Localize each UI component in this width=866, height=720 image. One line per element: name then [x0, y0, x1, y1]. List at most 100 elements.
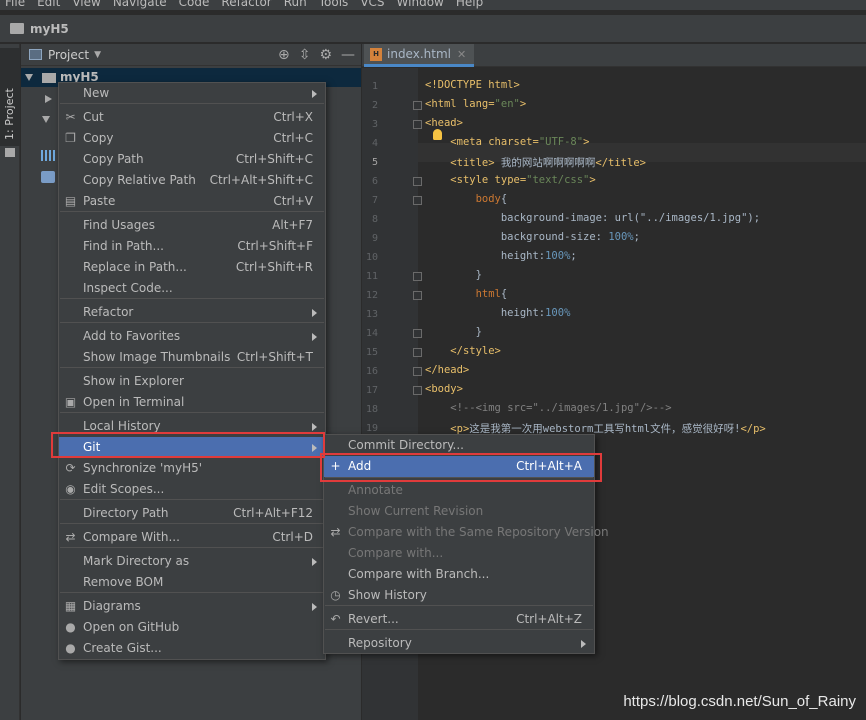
context-menu-item-refactor[interactable]: Refactor — [59, 302, 325, 323]
context-menu-item-mark-directory-as[interactable]: Mark Directory as — [59, 551, 325, 572]
code-line[interactable]: <title> 我的网站啊啊啊啊啊</title> — [425, 155, 646, 170]
project-tool-tab[interactable]: 1: Project — [0, 48, 20, 146]
code-line[interactable]: background-image: url("../images/1.jpg")… — [425, 212, 760, 224]
menu-item-label: Edit Scopes... — [83, 482, 165, 496]
gear-icon[interactable]: ⚙ — [319, 47, 332, 63]
line-number: 11 — [365, 271, 378, 282]
fold-marker-icon[interactable] — [413, 101, 422, 110]
context-menu-item-copy-path[interactable]: Copy Path Ctrl+Shift+C — [59, 149, 325, 170]
chevron-down-icon[interactable]: ▼ — [94, 50, 101, 60]
menu-item-label: New — [83, 86, 110, 100]
menu-file[interactable]: File — [0, 0, 32, 10]
collapse-icon[interactable]: ⇳ — [299, 47, 311, 63]
context-menu-item-show-image-thumbnails[interactable]: Show Image Thumbnails Ctrl+Shift+T — [59, 347, 325, 368]
code-line[interactable]: } — [425, 326, 482, 338]
fold-marker-icon[interactable] — [413, 177, 422, 186]
code-line[interactable]: body{ — [425, 193, 508, 205]
context-menu-item-add-to-favorites[interactable]: Add to Favorites — [59, 326, 325, 347]
code-line[interactable]: <body> — [425, 383, 463, 395]
scratches-icon — [41, 171, 55, 183]
context-menu-item-cut[interactable]: ✂ Cut Ctrl+X — [59, 107, 325, 128]
chevron-right-icon — [312, 423, 317, 431]
code-line[interactable]: </style> — [425, 345, 501, 357]
menu-code[interactable]: Code — [174, 0, 217, 10]
tree-collapsed-icon[interactable] — [45, 95, 52, 103]
fold-marker-icon[interactable] — [413, 272, 422, 281]
hide-icon[interactable]: — — [341, 47, 355, 63]
context-menu-item-find-in-path[interactable]: Find in Path... Ctrl+Shift+F — [59, 236, 325, 257]
git-menu-item-show-history[interactable]: ◷ Show History — [324, 585, 594, 606]
menu-item-label: Copy — [83, 131, 114, 145]
context-menu-item-new[interactable]: New — [59, 83, 325, 104]
code-line[interactable]: <!--<img src="../images/1.jpg"/>--> — [425, 402, 671, 414]
code-line[interactable]: <!DOCTYPE html> — [425, 79, 520, 91]
locate-icon[interactable]: ⊕ — [278, 47, 290, 63]
context-menu-item-create-gist[interactable]: ● Create Gist... — [59, 638, 325, 659]
code-line[interactable]: height:100%; — [425, 250, 577, 262]
close-icon[interactable]: ✕ — [457, 48, 466, 61]
code-line[interactable]: <meta charset="UTF-8"> — [425, 136, 589, 148]
menu-item-label: Annotate — [348, 483, 403, 497]
code-line[interactable]: </head> — [425, 364, 469, 376]
context-menu-item-find-usages[interactable]: Find Usages Alt+F7 — [59, 215, 325, 236]
context-menu-item-synchronize-myh5[interactable]: ⟳ Synchronize 'myH5' — [59, 458, 325, 479]
menu-navigate[interactable]: Navigate — [108, 0, 174, 10]
project-view-icon — [29, 49, 42, 60]
fold-marker-icon[interactable] — [413, 291, 422, 300]
context-menu-item-directory-path[interactable]: Directory Path Ctrl+Alt+F12 — [59, 503, 325, 524]
menu-tools[interactable]: Tools — [314, 0, 356, 10]
menu-window[interactable]: Window — [392, 0, 451, 10]
structure-icon[interactable] — [5, 148, 15, 157]
code-line[interactable]: <style type="text/css"> — [425, 174, 595, 186]
context-menu-item-copy-relative-path[interactable]: Copy Relative Path Ctrl+Alt+Shift+C — [59, 170, 325, 191]
menu-separator — [60, 412, 324, 413]
menu-item-shortcut: Ctrl+V — [273, 194, 313, 208]
menu-help[interactable]: Help — [451, 0, 490, 10]
tree-expanded-icon[interactable] — [42, 116, 50, 123]
fold-marker-icon[interactable] — [413, 367, 422, 376]
context-menu-item-paste[interactable]: ▤ Paste Ctrl+V — [59, 191, 325, 212]
context-menu-item-replace-in-path[interactable]: Replace in Path... Ctrl+Shift+R — [59, 257, 325, 278]
code-line[interactable]: <html lang="en"> — [425, 98, 526, 110]
code-line[interactable]: html{ — [425, 288, 508, 300]
editor-tab-index-html[interactable]: H index.html ✕ — [364, 44, 475, 67]
menu-run[interactable]: Run — [279, 0, 314, 10]
code-line[interactable]: } — [425, 269, 482, 281]
menu-item-label: Cut — [83, 110, 104, 124]
menu-item-shortcut: Ctrl+Shift+T — [236, 350, 313, 364]
breadcrumb-project[interactable]: myH5 — [30, 22, 69, 36]
context-menu-item-remove-bom[interactable]: Remove BOM — [59, 572, 325, 593]
context-menu-item-inspect-code[interactable]: Inspect Code... — [59, 278, 325, 299]
menu-edit[interactable]: Edit — [32, 0, 67, 10]
tree-expanded-icon[interactable] — [25, 74, 33, 81]
fold-marker-icon[interactable] — [413, 348, 422, 357]
menu-item-label: Mark Directory as — [83, 554, 190, 568]
menu-refactor[interactable]: Refactor — [216, 0, 278, 10]
fold-marker-icon[interactable] — [413, 196, 422, 205]
code-line[interactable]: <head> — [425, 117, 463, 129]
context-menu-item-show-in-explorer[interactable]: Show in Explorer — [59, 371, 325, 392]
project-tool-tab-label: 1: Project — [3, 88, 16, 140]
git-menu-item-compare-with-branch[interactable]: Compare with Branch... — [324, 564, 594, 585]
line-number: 2 — [371, 100, 378, 111]
fold-marker-icon[interactable] — [413, 386, 422, 395]
fold-marker-icon[interactable] — [413, 120, 422, 129]
menu-view[interactable]: View — [67, 0, 107, 10]
menu-item-label: Local History — [83, 419, 161, 433]
context-menu-item-compare-with[interactable]: ⇄ Compare With... Ctrl+D — [59, 527, 325, 548]
context-menu-item-copy[interactable]: ❐ Copy Ctrl+C — [59, 128, 325, 149]
menu-vcs[interactable]: VCS — [355, 0, 391, 10]
chevron-right-icon — [312, 309, 317, 317]
context-menu-item-open-in-terminal[interactable]: ▣ Open in Terminal — [59, 392, 325, 413]
fold-marker-icon[interactable] — [413, 329, 422, 338]
context-menu-item-edit-scopes[interactable]: ◉ Edit Scopes... — [59, 479, 325, 500]
project-panel-title[interactable]: Project — [48, 48, 89, 62]
code-line[interactable]: background-size: 100%; — [425, 231, 640, 243]
code-line[interactable]: height:100% — [425, 307, 571, 319]
git-menu-item-repository[interactable]: Repository — [324, 633, 594, 654]
scope-icon: ◉ — [65, 482, 76, 496]
context-menu-item-diagrams[interactable]: ▦ Diagrams — [59, 596, 325, 617]
context-menu-item-open-on-github[interactable]: ● Open on GitHub — [59, 617, 325, 638]
git-menu-item-revert[interactable]: ↶ Revert... Ctrl+Alt+Z — [324, 609, 594, 630]
html-file-icon: H — [370, 47, 382, 61]
